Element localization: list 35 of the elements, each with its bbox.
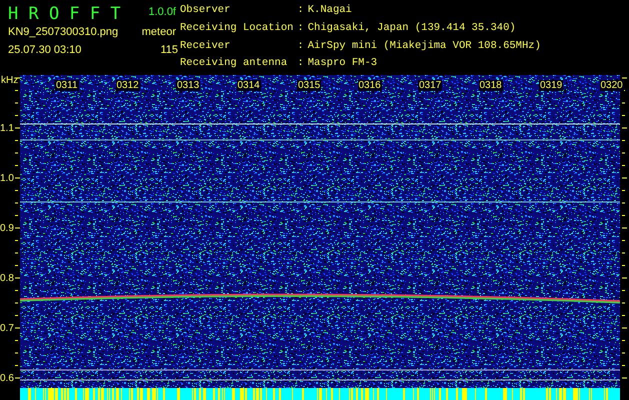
time-label: 0311	[55, 80, 79, 91]
meteor-label: meteor	[142, 26, 176, 39]
info-separator: :	[297, 4, 304, 18]
frequency-label: 0.8	[0, 273, 14, 284]
time-label: 0316	[358, 80, 382, 91]
time-label: 0318	[478, 80, 503, 91]
info-value: Maspro FM-3	[308, 57, 378, 72]
frequency-label: 1.1	[0, 123, 14, 134]
time-label: 0314	[236, 80, 261, 91]
timestamp: 25.07.30 03:10	[8, 44, 82, 57]
info-label: Observer	[180, 4, 232, 18]
info-separator: :	[297, 40, 304, 54]
axis-unit: kHz	[1, 75, 18, 86]
info-label: Receiver	[180, 40, 232, 54]
time-label: 0315	[297, 80, 322, 91]
info-label: Receiving antenna	[180, 57, 288, 72]
frequency-label: 1.0	[0, 173, 14, 184]
time-label: 0320	[600, 80, 624, 91]
info-value: AirSpy mini (Miakejima VOR 108.65MHz)	[308, 40, 541, 54]
file-name: KN9_2507300310.png	[8, 26, 118, 39]
app-title: H R O F F T	[8, 4, 121, 24]
time-label: 0313	[176, 80, 200, 91]
time-label: 0319	[539, 80, 564, 91]
frequency-label: 0.6	[0, 373, 14, 384]
time-label: 0317	[418, 80, 442, 91]
info-value: K.Nagai	[308, 4, 353, 18]
frequency-label: 0.7	[0, 323, 14, 334]
frequency-label: 0.9	[0, 223, 14, 234]
info-separator: :	[297, 22, 304, 36]
time-label: 0312	[116, 80, 140, 91]
version-label: 1.0.0f	[148, 6, 176, 19]
info-label: Receiving Location	[180, 22, 294, 36]
meteor-count: 115	[160, 44, 178, 57]
info-separator: :	[297, 57, 304, 72]
info-value: Chigasaki, Japan (139.414 35.340)	[308, 22, 517, 36]
